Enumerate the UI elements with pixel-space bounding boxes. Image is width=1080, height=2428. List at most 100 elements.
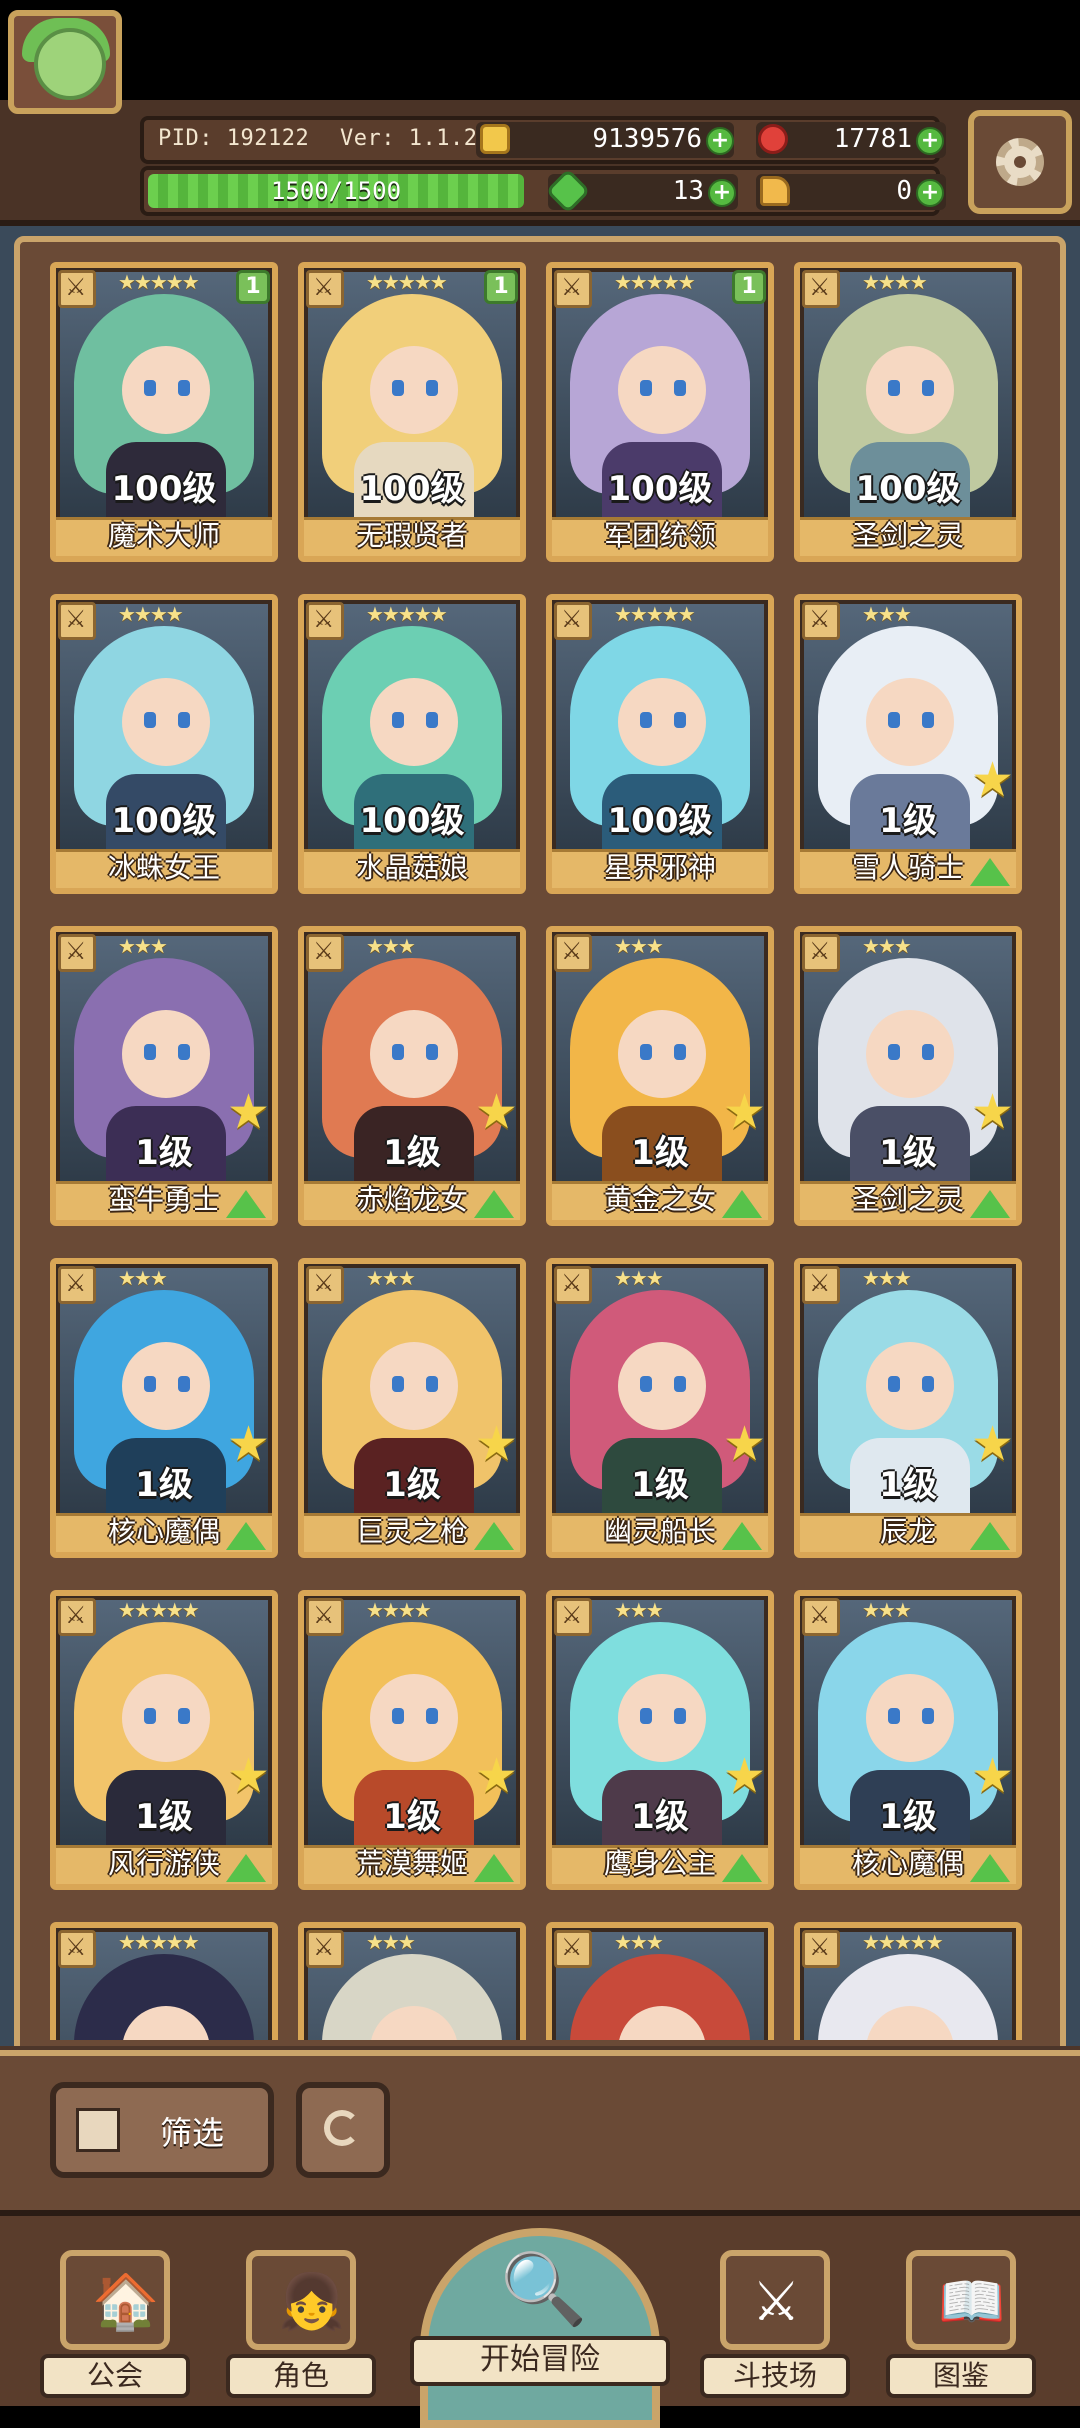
- star-upgrade-icon: ★: [226, 1084, 270, 1140]
- magnifier-icon: 🔍: [500, 2248, 588, 2330]
- character-card[interactable]: ★★★★★: [794, 1922, 1022, 2040]
- boots-count: 0: [896, 176, 912, 206]
- character-card[interactable]: ★★★★ 100级冰蛛女王: [50, 594, 278, 894]
- character-card[interactable]: ★★★1级核心魔偶★: [50, 1258, 278, 1558]
- player-avatar[interactable]: [8, 10, 122, 114]
- star-rating: ★★★★★: [366, 270, 448, 294]
- star-rating: ★★★★★: [118, 1598, 200, 1622]
- portrait-face: [866, 1674, 954, 1762]
- level-label: 100级: [607, 801, 713, 841]
- codex-icon-frame: 📖: [906, 2250, 1016, 2350]
- add-gold-button[interactable]: +: [706, 127, 734, 155]
- avatar-face: [34, 28, 106, 100]
- gold-count: 9139576: [592, 124, 702, 154]
- portrait-eye: [426, 712, 438, 728]
- star-upgrade-icon: ★: [970, 1416, 1014, 1472]
- star-rating: ★★★★: [118, 602, 184, 626]
- character-card[interactable]: ★★★1级圣剑之灵★: [794, 926, 1022, 1226]
- character-card[interactable]: ★★★1级黄金之女★: [546, 926, 774, 1226]
- nav-adventure-label: 开始冒险: [410, 2336, 670, 2386]
- level-up-arrow-icon: [722, 1190, 762, 1218]
- character-card[interactable]: ★★★★★: [50, 1922, 278, 2040]
- add-clover-button[interactable]: +: [708, 179, 736, 207]
- nav-adventure[interactable]: 🔍 开始冒险: [410, 2228, 670, 2428]
- level-up-arrow-icon: [474, 1522, 514, 1550]
- reset-button[interactable]: [296, 2082, 390, 2178]
- player-id: PID: 192122: [158, 126, 310, 151]
- portrait-eye: [888, 712, 900, 728]
- star-rating: ★★★: [614, 1598, 664, 1622]
- refresh-icon: [324, 2110, 360, 2146]
- star-rating: ★★★: [366, 934, 416, 958]
- portrait-face: [618, 346, 706, 434]
- character-name: 圣剑之灵: [851, 519, 964, 552]
- nav-character[interactable]: 👧 角色: [226, 2250, 376, 2398]
- nav-guild[interactable]: 🏠 公会: [40, 2250, 190, 2398]
- character-card[interactable]: ★★★★ 100级圣剑之灵: [794, 262, 1022, 562]
- star-rating: ★★★: [862, 934, 912, 958]
- portrait-eye: [640, 712, 652, 728]
- star-rating: ★★★★★: [118, 270, 200, 294]
- star-rating: ★★★★★: [118, 1930, 200, 1954]
- portrait-eye: [640, 380, 652, 396]
- nav-codex[interactable]: 📖 图鉴: [886, 2250, 1036, 2398]
- character-name: 无瑕贤者: [355, 519, 468, 552]
- gem-icon: [758, 124, 788, 154]
- nav-arena-label: 斗技场: [700, 2354, 850, 2398]
- star-rating: ★★★★: [862, 270, 928, 294]
- star-upgrade-icon: ★: [474, 1748, 518, 1804]
- portrait-eye: [674, 1044, 686, 1060]
- character-name: 军团统领: [603, 519, 716, 552]
- character-card[interactable]: ★★★1级巨灵之枪★: [298, 1258, 526, 1558]
- character-card[interactable]: ★★★1级幽灵船长★: [546, 1258, 774, 1558]
- add-gem-button[interactable]: +: [916, 127, 944, 155]
- star-rating: ★★★★: [366, 1598, 432, 1622]
- class-icon: [554, 602, 592, 640]
- star-upgrade-icon: ★: [722, 1748, 766, 1804]
- character-card[interactable]: ★★★★★ 100级星界邪神: [546, 594, 774, 894]
- portrait-eye: [640, 1376, 652, 1392]
- star-rating: ★★★: [862, 1266, 912, 1290]
- nav-arena[interactable]: ⚔ 斗技场: [700, 2250, 850, 2398]
- character-card[interactable]: ★★★: [298, 1922, 526, 2040]
- class-icon: [306, 1930, 344, 1968]
- portrait-face: [122, 1342, 210, 1430]
- character-card[interactable]: ★★★★★1级风行游侠★: [50, 1590, 278, 1890]
- filter-button[interactable]: 筛选: [50, 2082, 274, 2178]
- add-boots-button[interactable]: +: [916, 179, 944, 207]
- star-upgrade-icon: ★: [226, 1748, 270, 1804]
- level-up-arrow-icon: [226, 1522, 266, 1550]
- portrait-eye: [144, 1708, 156, 1724]
- level-label: 100级: [111, 469, 217, 509]
- class-icon: [554, 270, 592, 308]
- character-card[interactable]: ★★★1级赤焰龙女★: [298, 926, 526, 1226]
- character-card[interactable]: ★★★1级核心魔偶★: [794, 1590, 1022, 1890]
- portrait-eye: [392, 712, 404, 728]
- character-card[interactable]: ★★★: [546, 1922, 774, 2040]
- character-card[interactable]: ★★★1级蛮牛勇士★: [50, 926, 278, 1226]
- level-label: 100级: [111, 801, 217, 841]
- portrait-eye: [392, 380, 404, 396]
- character-card[interactable]: ★★★★★ 1 100级无瑕贤者: [298, 262, 526, 562]
- count-badge: 1: [732, 270, 766, 304]
- character-card[interactable]: ★★★★★ 1 100级魔术大师: [50, 262, 278, 562]
- level-up-arrow-icon: [722, 1522, 762, 1550]
- crossed-swords-icon: ⚔: [752, 2270, 801, 2333]
- level-up-arrow-icon: [970, 858, 1010, 886]
- level-up-arrow-icon: [722, 1854, 762, 1882]
- character-card[interactable]: ★★★★1级荒漠舞姬★: [298, 1590, 526, 1890]
- character-grid[interactable]: ★★★★★1100级魔术大师★★★★★1100级无瑕贤者★★★★★1100级军团…: [50, 262, 1030, 2040]
- character-card[interactable]: ★★★★★ 1 100级军团统领: [546, 262, 774, 562]
- character-card[interactable]: ★★★★★ 100级水晶菇娘: [298, 594, 526, 894]
- star-rating: ★★★: [862, 1598, 912, 1622]
- class-icon: [802, 602, 840, 640]
- level-up-arrow-icon: [970, 1522, 1010, 1550]
- gem-count: 17781: [833, 124, 912, 154]
- class-icon: [802, 934, 840, 972]
- character-card[interactable]: ★★★1级鹰身公主★: [546, 1590, 774, 1890]
- character-card[interactable]: ★★★1级辰龙★: [794, 1258, 1022, 1558]
- settings-button[interactable]: [968, 110, 1072, 214]
- portrait-face: [618, 1010, 706, 1098]
- portrait-eye: [922, 380, 934, 396]
- character-card[interactable]: ★★★1级雪人骑士★: [794, 594, 1022, 894]
